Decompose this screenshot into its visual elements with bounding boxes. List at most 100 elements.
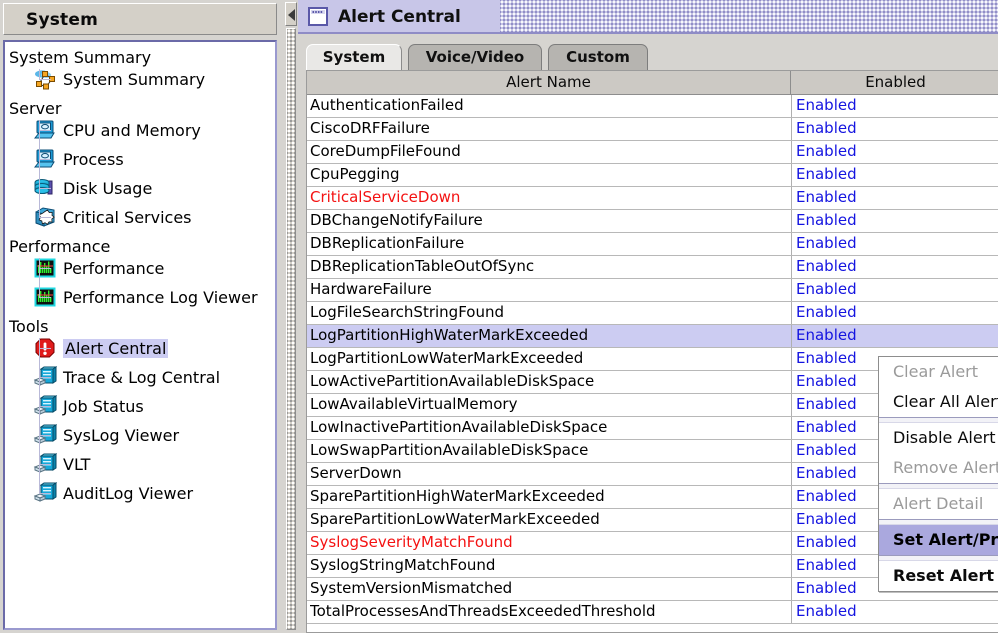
cell-enabled-state: Enabled bbox=[796, 371, 857, 393]
tree-item-label: Process bbox=[63, 150, 124, 169]
tree-item-label: System Summary bbox=[63, 70, 205, 89]
tree-item-performance[interactable]: Performance bbox=[33, 257, 164, 279]
splitter-grip[interactable] bbox=[286, 28, 296, 630]
cell-divider bbox=[791, 394, 792, 416]
table-row[interactable]: TotalProcessesAndThreadsExceededThreshol… bbox=[307, 601, 998, 624]
cell-divider bbox=[791, 325, 792, 347]
tree-item-performance-log-viewer[interactable]: Performance Log Viewer bbox=[33, 286, 258, 308]
cell-divider bbox=[791, 371, 792, 393]
tree-item-cpu-and-memory[interactable]: CPU and Memory bbox=[33, 119, 201, 141]
table-row[interactable]: CoreDumpFileFoundEnabled bbox=[307, 141, 998, 164]
column-header-alert-name[interactable]: Alert Name bbox=[307, 71, 791, 94]
menu-item-set-alert-properties[interactable]: Set Alert/Properties... bbox=[879, 525, 998, 555]
tree-connector bbox=[39, 377, 51, 378]
cell-alert-name: SystemVersionMismatched bbox=[310, 578, 788, 600]
tree-connector bbox=[39, 464, 51, 465]
cell-alert-name: ServerDown bbox=[310, 463, 788, 485]
cell-enabled-state: Enabled bbox=[796, 302, 857, 324]
tree-connector bbox=[39, 297, 51, 298]
menu-item-reset-alert-to-default-config[interactable]: Reset Alert to Default Config bbox=[879, 561, 998, 591]
panel-splitter[interactable] bbox=[284, 0, 298, 633]
table-row[interactable]: DBReplicationTableOutOfSync Enabled bbox=[307, 256, 998, 279]
tree-item-label: Performance bbox=[63, 259, 164, 278]
cell-alert-name: SyslogStringMatchFound bbox=[310, 555, 788, 577]
left-panel-titlebar: System bbox=[3, 3, 277, 35]
menu-item-clear-all-alerts[interactable]: Clear All Alerts bbox=[879, 387, 998, 417]
cell-alert-name: CiscoDRFFailure bbox=[310, 118, 788, 140]
cell-alert-name: DBReplicationTableOutOfSync bbox=[310, 256, 788, 278]
tree-item-label: Trace & Log Central bbox=[63, 368, 220, 387]
tree-item-critical-services[interactable]: Critical Services bbox=[33, 206, 192, 228]
cell-enabled-state: Enabled bbox=[796, 555, 857, 577]
cell-alert-name: CoreDumpFileFound bbox=[310, 141, 788, 163]
titlebar-hatch-pattern bbox=[500, 0, 998, 32]
cell-alert-name: CpuPegging bbox=[310, 164, 788, 186]
cell-enabled-state: Enabled bbox=[796, 532, 857, 554]
tree-group-server: Server bbox=[9, 99, 61, 118]
tree-item-label: Job Status bbox=[63, 397, 144, 416]
cell-alert-name: SyslogSeverityMatchFound bbox=[310, 532, 788, 554]
cell-divider bbox=[791, 95, 792, 117]
tree-connector bbox=[39, 435, 51, 436]
context-menu[interactable]: Clear AlertClear All AlertsDisable Alert… bbox=[878, 356, 998, 592]
cell-divider bbox=[791, 210, 792, 232]
tree-group-tools: Tools bbox=[9, 317, 48, 336]
tree-connector bbox=[39, 258, 40, 297]
table-row[interactable]: HardwareFailureEnabled bbox=[307, 279, 998, 302]
left-panel-title: System bbox=[26, 10, 98, 30]
cell-enabled-state: Enabled bbox=[796, 187, 857, 209]
tree-group-performance: Performance bbox=[9, 237, 110, 256]
cell-enabled-state: Enabled bbox=[796, 118, 857, 140]
tree-connector bbox=[39, 159, 51, 160]
table-row[interactable]: DBReplicationFailureEnabled bbox=[307, 233, 998, 256]
cell-divider bbox=[791, 486, 792, 508]
tree-item-alert-central[interactable]: Alert Central bbox=[33, 337, 168, 359]
menu-item-remove-alert: Remove Alert bbox=[879, 453, 998, 483]
cell-divider bbox=[791, 302, 792, 324]
cell-divider bbox=[791, 555, 792, 577]
cell-divider bbox=[791, 509, 792, 531]
menu-item-disable-alert[interactable]: Disable Alert bbox=[879, 423, 998, 453]
cell-divider bbox=[791, 187, 792, 209]
tree-item-label: AuditLog Viewer bbox=[63, 484, 193, 503]
cell-enabled-state: Enabled bbox=[796, 325, 857, 347]
table-row[interactable]: DBChangeNotifyFailure Enabled bbox=[307, 210, 998, 233]
cell-divider bbox=[791, 417, 792, 439]
tab-custom[interactable]: Custom bbox=[548, 44, 648, 70]
cell-enabled-state: Enabled bbox=[796, 417, 857, 439]
splitter-collapse-button[interactable] bbox=[285, 2, 297, 26]
cell-enabled-state: Enabled bbox=[796, 210, 857, 232]
cell-alert-name: DBChangeNotifyFailure bbox=[310, 210, 788, 232]
tree-item-label: SysLog Viewer bbox=[63, 426, 179, 445]
tree-item-auditlog-viewer[interactable]: AuditLog Viewer bbox=[33, 482, 193, 504]
cell-enabled-state: Enabled bbox=[796, 463, 857, 485]
cell-divider bbox=[791, 118, 792, 140]
cell-enabled-state: Enabled bbox=[796, 486, 857, 508]
tab-system[interactable]: System bbox=[306, 44, 402, 70]
table-row[interactable]: CpuPeggingEnabled bbox=[307, 164, 998, 187]
cell-divider bbox=[791, 578, 792, 600]
navigation-tree[interactable]: System SummarySystem SummaryServerCPU an… bbox=[3, 40, 277, 630]
cell-enabled-state: Enabled bbox=[796, 256, 857, 278]
cell-alert-name: TotalProcessesAndThreadsExceededThreshol… bbox=[310, 601, 788, 623]
tab-voice-video[interactable]: Voice/Video bbox=[408, 44, 542, 70]
tree-item-label: Performance Log Viewer bbox=[63, 288, 258, 307]
column-header-enabled[interactable]: Enabled bbox=[792, 71, 998, 94]
tree-connector bbox=[39, 130, 51, 131]
cell-enabled-state: Enabled bbox=[796, 440, 857, 462]
menu-item-alert-detail: Alert Detail bbox=[879, 489, 998, 519]
table-row[interactable]: CiscoDRFFailure Enabled bbox=[307, 118, 998, 141]
cell-divider bbox=[791, 348, 792, 370]
tree-item-system-summary[interactable]: System Summary bbox=[33, 68, 205, 90]
tree-item-syslog-viewer[interactable]: SysLog Viewer bbox=[33, 424, 179, 446]
tree-connector bbox=[39, 79, 51, 80]
table-row[interactable]: AuthenticationFailedEnabled bbox=[307, 95, 998, 118]
table-row[interactable]: CriticalServiceDownEnabled bbox=[307, 187, 998, 210]
tree-item-trace-log-central[interactable]: Trace & Log Central bbox=[33, 366, 220, 388]
left-navigation-panel: System System SummarySystem SummaryServe… bbox=[0, 0, 284, 633]
table-row[interactable]: LogPartitionHighWaterMarkExceededEnabled bbox=[307, 325, 998, 348]
tree-connector bbox=[39, 217, 51, 218]
alert-central-view: Alert Central SystemVoice/VideoCustom Al… bbox=[298, 0, 998, 633]
table-row[interactable]: LogFileSearchStringFoundEnabled bbox=[307, 302, 998, 325]
tree-item-label: CPU and Memory bbox=[63, 121, 201, 140]
